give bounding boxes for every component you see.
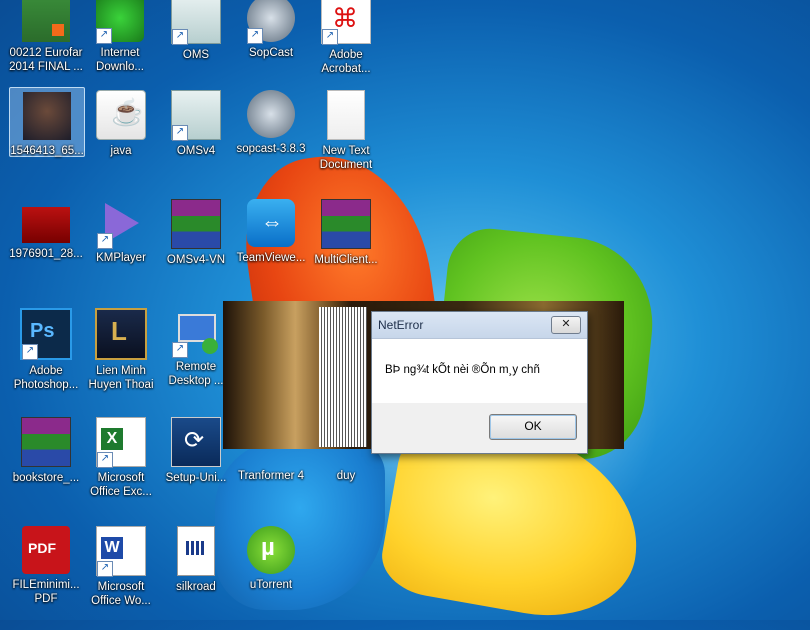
desktop-icon-label: Tranformer 4 [237, 470, 305, 482]
idm-icon: ↗ [96, 0, 144, 44]
desktop-icon-oms[interactable]: ↗ OMS [158, 0, 234, 95]
winrar-icon [171, 199, 221, 249]
desktop-icon-teamviewer[interactable]: ⇔ TeamViewe... [233, 195, 309, 300]
desktop-icon-label: OMSv4-VN [166, 254, 226, 266]
desktop-icon-label: 1976901_28... [9, 248, 83, 260]
java-icon: ☕ [96, 90, 146, 140]
dialog-title: NetError [378, 318, 424, 332]
sopcast-icon [247, 90, 295, 138]
desktop-icon-eurofar[interactable]: 00212 Eurofar 2014 FINAL ... [8, 0, 84, 95]
sopcast-icon: ↗ [247, 0, 295, 44]
desktop-icon-label: sopcast-3.8.3 [236, 143, 306, 155]
desktop-icon-excel[interactable]: X ↗ Microsoft Office Exc... [83, 413, 159, 518]
shortcut-arrow-icon: ↗ [322, 29, 338, 45]
oms-icon: ↗ [171, 90, 221, 141]
shortcut-arrow-icon: ↗ [97, 233, 113, 249]
kmplayer-icon: ↗ [97, 199, 145, 249]
desktop-icon-lien-minh[interactable]: L Lien Minh Huyen Thoai [83, 304, 159, 409]
neterror-dialog: NetError ✕ BÞ ng¾t kÕt nèi ®Õn m¸y chñ O… [371, 311, 588, 454]
desktop-icon-utorrent[interactable]: µ uTorrent [233, 522, 309, 627]
desktop-icon-label: Adobe Photoshop... [13, 365, 79, 391]
desktop-icon-label: Adobe Acrobat... [321, 49, 371, 75]
desktop-icon-label: java [110, 145, 132, 157]
file-image-icon [22, 0, 70, 42]
desktop-icon-label: silkroad [176, 581, 216, 593]
shortcut-arrow-icon: ↗ [97, 561, 113, 577]
desktop-icon-label: Microsoft Office Wo... [91, 581, 151, 607]
desktop-icon-java[interactable]: ☕ java [83, 86, 159, 191]
desktop-icon-label: FILEminimi... PDF [12, 579, 80, 605]
desktop-icon-label: KMPlayer [96, 252, 146, 264]
desktop-icon-photo-1976901[interactable]: 1976901_28... [8, 195, 84, 300]
teamviewer-icon: ⇔ [247, 199, 295, 247]
desktop-icon-label: MultiClient... [314, 254, 378, 266]
ok-button[interactable]: OK [489, 414, 577, 440]
stacked-windows [319, 307, 367, 447]
config-file-icon [177, 526, 215, 576]
winrar-icon [21, 417, 71, 467]
desktop-icon-omsv4-vn[interactable]: OMSv4-VN [158, 195, 234, 300]
desktop-icon-omsv4[interactable]: ↗ OMSv4 [158, 86, 234, 191]
desktop-icon-label: New Text Document [319, 145, 373, 171]
desktop-icon-label: Internet Downlo... [96, 47, 144, 73]
shortcut-arrow-icon: ↗ [96, 28, 112, 44]
dialog-message: BÞ ng¾t kÕt nèi ®Õn m¸y chñ [385, 364, 540, 376]
winrar-icon [321, 199, 371, 249]
photo-icon [22, 207, 70, 243]
desktop-icon-internet-download[interactable]: ↗ Internet Downlo... [82, 0, 158, 95]
photo-icon [23, 92, 71, 140]
dialog-body: BÞ ng¾t kÕt nèi ®Õn m¸y chñ [372, 339, 587, 403]
desktop-icon-label: uTorrent [249, 579, 293, 591]
setup-icon: ⟳ [171, 417, 221, 467]
desktop-icon-adobe-acrobat[interactable]: ⌘ ↗ Adobe Acrobat... [308, 0, 384, 95]
desktop-icon-label: Setup-Uni... [165, 472, 227, 484]
desktop-icon-label: 00212 Eurofar 2014 FINAL ... [9, 47, 83, 73]
desktop-icon-sopcast-383[interactable]: sopcast-3.8.3 [233, 86, 309, 191]
dialog-titlebar[interactable]: NetError ✕ [372, 312, 587, 339]
desktop-icon-label: SopCast [248, 47, 294, 59]
word-icon: W ↗ [96, 526, 146, 577]
desktop-icon-silkroad[interactable]: silkroad [158, 522, 234, 627]
desktop-icon-word[interactable]: W ↗ Microsoft Office Wo... [83, 522, 159, 627]
photoshop-icon: Ps ↗ [20, 308, 72, 360]
desktop-icon-new-text-document[interactable]: New Text Document [308, 86, 384, 191]
desktop-icon-label: Lien Minh Huyen Thoai [88, 365, 154, 391]
shortcut-arrow-icon: ↗ [172, 342, 188, 358]
desktop-icon-label: OMS [182, 49, 210, 61]
desktop-icon-pdf[interactable]: PDF FILEminimi... PDF [8, 522, 84, 627]
league-icon: L [95, 308, 147, 360]
desktop-icon-label: Microsoft Office Exc... [90, 472, 152, 498]
pdf-icon: PDF [22, 526, 70, 574]
close-button[interactable]: ✕ [551, 316, 581, 334]
desktop-icon-photo-1546413[interactable]: 1546413_65... [9, 87, 85, 157]
excel-icon: X ↗ [96, 417, 146, 468]
adobe-acrobat-icon: ⌘ ↗ [321, 0, 371, 45]
desktop-icon-label: 1546413_65... [10, 145, 84, 157]
shortcut-arrow-icon: ↗ [172, 29, 188, 45]
shortcut-arrow-icon: ↗ [97, 452, 113, 468]
desktop-icon-bookstore[interactable]: bookstore_... [8, 413, 84, 518]
desktop-icon-label: bookstore_... [12, 472, 80, 484]
remote-desktop-icon: ↗ [172, 308, 220, 358]
shortcut-arrow-icon: ↗ [247, 28, 263, 44]
desktop-icon-photoshop[interactable]: Ps ↗ Adobe Photoshop... [8, 304, 84, 409]
desktop-icon-multiclient[interactable]: MultiClient... [308, 195, 384, 300]
desktop-icon-kmplayer[interactable]: ↗ KMPlayer [83, 195, 159, 300]
oms-icon: ↗ [171, 0, 221, 45]
desktop-icon-label: TeamViewe... [236, 252, 306, 264]
shortcut-arrow-icon: ↗ [172, 125, 188, 141]
shortcut-arrow-icon: ↗ [22, 344, 38, 360]
utorrent-icon: µ [247, 526, 295, 574]
desktop-icon-sopcast[interactable]: ↗ SopCast [233, 0, 309, 95]
desktop-icon-label: OMSv4 [176, 145, 216, 157]
text-document-icon [327, 90, 365, 140]
desktop-icon-label: duy [336, 470, 356, 482]
